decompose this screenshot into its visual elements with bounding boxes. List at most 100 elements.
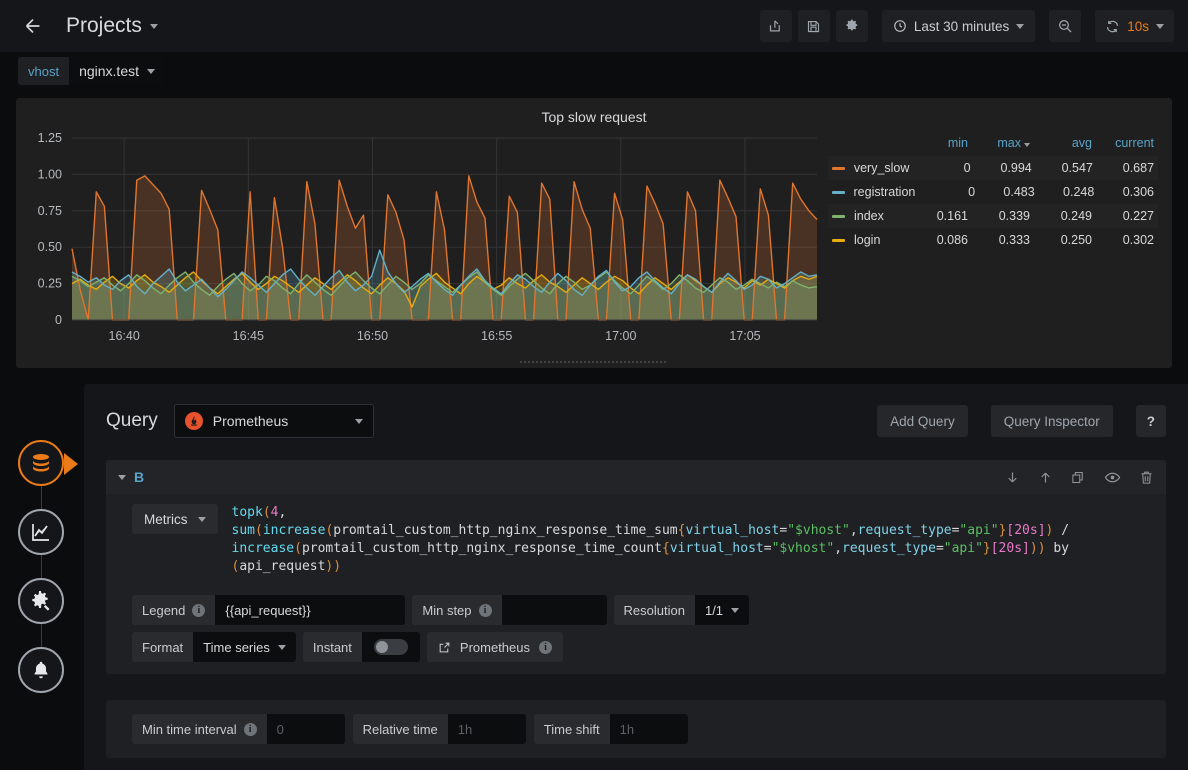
- svg-text:16:45: 16:45: [233, 329, 264, 343]
- promql-expression-input[interactable]: topk(4, sum(increase(promtail_custom_htt…: [218, 504, 1070, 576]
- move-query-up-button[interactable]: [1038, 470, 1053, 485]
- gear-icon: [844, 19, 859, 34]
- svg-text:1.00: 1.00: [38, 167, 62, 181]
- legend-color-swatch: [832, 191, 845, 194]
- general-settings-tab[interactable]: [18, 578, 64, 624]
- metrics-browser-button[interactable]: Metrics: [132, 504, 218, 534]
- arrow-down-icon: [1005, 470, 1020, 485]
- legend-max: 0.333: [968, 233, 1030, 247]
- expr-label-virtual-host-2: virtual_host: [670, 541, 764, 556]
- svg-text:16:40: 16:40: [109, 329, 140, 343]
- chevron-down-icon: [355, 419, 363, 424]
- format-field: Format Time series: [132, 632, 296, 662]
- chevron-down-icon[interactable]: [118, 475, 126, 480]
- time-range-picker[interactable]: Last 30 minutes: [882, 10, 1035, 42]
- remove-query-button[interactable]: [1139, 470, 1154, 485]
- refresh-picker[interactable]: 10s: [1095, 10, 1174, 42]
- alert-tab[interactable]: [18, 647, 64, 693]
- format-label: Format: [132, 632, 193, 662]
- min-time-interval-field: Min time interval i: [132, 714, 345, 744]
- toggle-query-visibility-button[interactable]: [1104, 469, 1121, 486]
- info-icon[interactable]: i: [479, 604, 492, 617]
- legend-color-swatch: [832, 239, 845, 242]
- save-button[interactable]: [798, 10, 830, 42]
- help-button[interactable]: ?: [1136, 405, 1166, 437]
- format-select[interactable]: Time series: [193, 632, 296, 662]
- expr-metric-count: promtail_custom_http_nginx_response_time…: [302, 541, 662, 556]
- svg-text:16:55: 16:55: [481, 329, 512, 343]
- gear-wrench-icon: [29, 589, 53, 613]
- back-button[interactable]: [18, 11, 48, 41]
- breadcrumb-dashboard[interactable]: Projects: [66, 14, 158, 38]
- add-query-button[interactable]: Add Query: [877, 405, 968, 437]
- query-section-label: Query: [106, 410, 158, 432]
- legend-row[interactable]: login0.0860.3330.2500.302: [828, 228, 1158, 252]
- zoom-out-icon: [1057, 18, 1073, 34]
- move-query-down-button[interactable]: [1005, 470, 1020, 485]
- relative-time-input[interactable]: [448, 714, 526, 744]
- settings-button[interactable]: [836, 10, 868, 42]
- duplicate-query-button[interactable]: [1071, 470, 1086, 485]
- variable-vhost[interactable]: vhost nginx.test: [18, 57, 165, 85]
- expr-value-request-type-2: "api": [944, 541, 983, 556]
- time-range-options: Min time interval i Relative time Time s…: [106, 700, 1166, 758]
- navbar-actions: Last 30 minutes 10s: [760, 10, 1174, 42]
- queries-tab[interactable]: [18, 440, 64, 486]
- legend-current: 0.302: [1092, 233, 1154, 247]
- expr-fn-topk: topk: [232, 505, 263, 520]
- legend-min: 0: [915, 185, 975, 199]
- expr-label-request-type-2: request_type: [842, 541, 936, 556]
- prometheus-logo-icon: [185, 412, 203, 430]
- legend-min: 0.161: [906, 209, 968, 223]
- expr-group-by: api_request: [239, 559, 325, 574]
- time-shift-input[interactable]: [610, 714, 688, 744]
- panel-resize-handle[interactable]: [520, 359, 668, 365]
- chevron-down-icon: [198, 517, 206, 522]
- svg-text:0.50: 0.50: [38, 240, 62, 254]
- resolution-select[interactable]: 1/1: [695, 595, 749, 625]
- query-inspector-button[interactable]: Query Inspector: [991, 405, 1113, 437]
- legend-row[interactable]: very_slow00.9940.5470.687: [828, 156, 1158, 180]
- database-icon: [29, 451, 53, 475]
- legend-header-max[interactable]: max: [968, 136, 1030, 150]
- legend-header-avg[interactable]: avg: [1030, 136, 1092, 150]
- query-ref-id[interactable]: B: [134, 469, 144, 485]
- legend-field: Legend i: [132, 595, 405, 625]
- instant-label: Instant: [303, 632, 362, 662]
- legend-max: 0.994: [971, 161, 1032, 175]
- share-button[interactable]: [760, 10, 792, 42]
- svg-text:17:00: 17:00: [605, 329, 636, 343]
- legend-row[interactable]: index0.1610.3390.2490.227: [828, 204, 1158, 228]
- legend-label: Legend i: [132, 595, 215, 625]
- chevron-down-icon: [278, 645, 286, 650]
- time-range-label: Last 30 minutes: [914, 19, 1009, 34]
- visualization-tab[interactable]: [18, 509, 64, 555]
- legend-header-min[interactable]: min: [906, 136, 968, 150]
- datasource-picker[interactable]: Prometheus: [174, 404, 374, 438]
- instant-toggle[interactable]: [374, 639, 408, 655]
- min-time-interval-input[interactable]: [267, 714, 345, 744]
- legend-avg: 0.547: [1032, 161, 1093, 175]
- legend-row[interactable]: registration00.4830.2480.306: [828, 180, 1158, 204]
- legend-header-current[interactable]: current: [1092, 136, 1154, 150]
- prometheus-doc-link[interactable]: Prometheus i: [427, 632, 563, 662]
- metrics-label: Metrics: [144, 512, 188, 527]
- instant-field: Instant: [303, 632, 420, 662]
- query-header: Query Prometheus Add Query Query Inspect…: [84, 384, 1188, 438]
- variable-value-picker[interactable]: nginx.test: [69, 57, 165, 85]
- zoom-out-button[interactable]: [1049, 10, 1081, 42]
- legend-input[interactable]: [215, 595, 405, 625]
- chevron-down-icon: [147, 69, 155, 74]
- min-time-interval-label: Min time interval i: [132, 714, 267, 744]
- eye-icon: [1104, 469, 1121, 486]
- graph-panel: Top slow request 00.250.500.751.001.2516…: [16, 98, 1172, 368]
- info-icon[interactable]: i: [192, 604, 205, 617]
- expr-range-count: [20s]: [991, 541, 1030, 556]
- min-step-input[interactable]: [502, 595, 607, 625]
- edit-tabs-rail: [0, 384, 84, 770]
- resolution-field: Resolution 1/1: [614, 595, 750, 625]
- info-icon[interactable]: i: [244, 723, 257, 736]
- info-icon[interactable]: i: [539, 641, 552, 654]
- chevron-down-icon: [150, 24, 158, 29]
- expr-label-virtual-host: virtual_host: [685, 523, 779, 538]
